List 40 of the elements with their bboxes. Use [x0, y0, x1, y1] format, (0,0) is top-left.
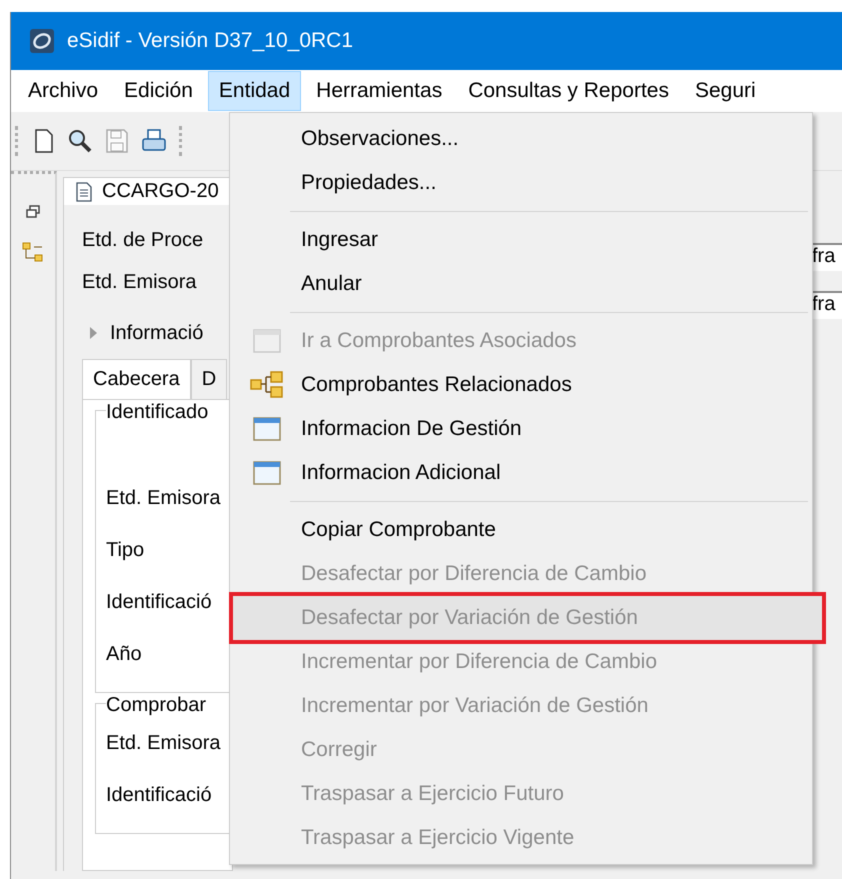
field-label: Etd. Emisora	[82, 270, 196, 294]
app-logo-icon	[29, 28, 55, 54]
menu-item[interactable]: Observaciones...	[233, 117, 809, 161]
menu-bar-item[interactable]: Entidad	[208, 71, 302, 111]
menu-item[interactable]: Copiar Comprobante	[233, 508, 809, 552]
text-field[interactable]: fra	[812, 291, 842, 319]
form-tab[interactable]: Cabecera	[82, 359, 191, 399]
window-title: eSidif - Versión D37_10_0RC1	[67, 29, 354, 53]
group-title: Comprobar	[106, 694, 232, 717]
field-label: Etd. Emisora	[106, 486, 222, 510]
menu-bar-item[interactable]: Archivo	[17, 71, 110, 111]
window-icon	[253, 461, 281, 485]
menu-bar-item[interactable]: Consultas y Reportes	[457, 71, 680, 111]
menu-item[interactable]: Informacion Adicional	[233, 451, 809, 495]
field-label: Identificació	[106, 782, 213, 808]
menu-bar-item[interactable]: Seguri	[684, 71, 767, 111]
section-title[interactable]: Informació	[110, 322, 204, 344]
restore-icon[interactable]	[25, 204, 41, 220]
field-label: Etd. de Proce	[82, 228, 204, 252]
field-label: Etd. Emisora	[106, 730, 222, 756]
menu-item[interactable]: Comprobantes Relacionados	[233, 363, 809, 407]
menu-bar-item[interactable]: Herramientas	[305, 71, 454, 111]
hierarchy-icon	[250, 371, 284, 399]
field-label: Tipo	[106, 538, 146, 562]
menu-item[interactable]: Ingresar	[233, 218, 809, 262]
menu-bar-item[interactable]: Edición	[113, 71, 204, 111]
search-icon[interactable]	[67, 128, 93, 154]
field-label: Identificació	[106, 590, 213, 614]
printer-icon[interactable]	[141, 128, 167, 154]
tree-icon[interactable]	[22, 242, 44, 264]
text-field[interactable]: fra	[812, 243, 842, 271]
window-icon	[253, 417, 281, 441]
window-icon	[253, 329, 281, 353]
document-icon	[76, 182, 92, 202]
menu-item[interactable]: Anular	[233, 262, 809, 306]
new-document-icon[interactable]	[33, 128, 55, 154]
menu-item[interactable]: Informacion De Gestión	[233, 407, 809, 451]
field-label: Año	[106, 642, 143, 666]
editor-tab-title: CCARGO-20	[102, 180, 219, 203]
menu-item[interactable]: Propiedades...	[233, 161, 809, 205]
